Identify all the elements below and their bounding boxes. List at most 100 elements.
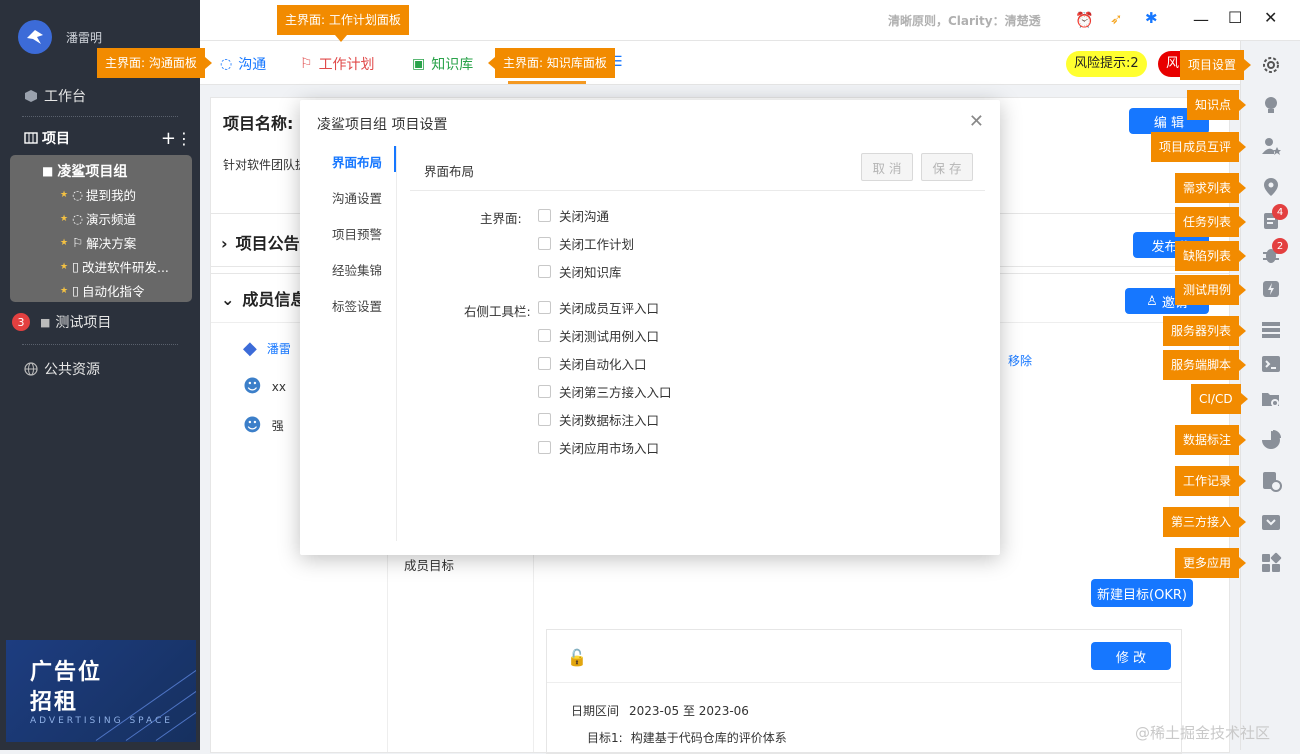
divider (547, 682, 1181, 683)
option-close-third-party[interactable]: 关闭第三方接入入口 (538, 382, 672, 401)
modal-nav-layout[interactable]: 界面布局 (332, 152, 382, 171)
tab-chat[interactable]: ◌ 沟通 (220, 54, 266, 74)
add-project-icon[interactable]: + (161, 128, 176, 149)
minimize-icon[interactable]: — (1193, 10, 1209, 29)
tab-kb[interactable]: ▣ 知识库 (412, 54, 473, 74)
checkbox[interactable] (538, 329, 551, 342)
folder-gear-icon[interactable] (1258, 386, 1284, 412)
avatar: ☻ (243, 415, 262, 436)
members-header[interactable]: ⌄ 成员信息 (221, 286, 306, 310)
divider (22, 344, 178, 345)
member-row[interactable]: ◆ 潘雷 (243, 338, 291, 359)
user-profile[interactable]: 潘雷明 (18, 20, 102, 54)
nav-test-project[interactable]: 3 ■ 测试项目 (12, 312, 111, 332)
checkbox[interactable] (538, 301, 551, 314)
option-label: 关闭测试用例入口 (559, 329, 660, 344)
server-icon[interactable] (1258, 317, 1284, 343)
tooltip-knowledge: 知识点 (1187, 90, 1247, 120)
option-close-automation[interactable]: 关闭自动化入口 (538, 354, 647, 373)
test-project-badge: 3 (12, 313, 30, 331)
download-box-icon[interactable] (1258, 509, 1284, 535)
cancel-button[interactable]: 取 消 (861, 153, 913, 181)
flag-icon: ⚐ (300, 56, 313, 72)
option-label: 关闭自动化入口 (559, 357, 647, 372)
project-group-item[interactable]: ■ 凌鲨项目组 (42, 161, 127, 181)
terminal-icon[interactable] (1258, 351, 1284, 377)
work-log-icon[interactable] (1258, 468, 1284, 494)
unlock-icon[interactable]: 🔓 (567, 648, 587, 667)
ad-banner[interactable]: 广告位 招租 ADVERTISING SPACE (6, 640, 196, 742)
pie-chart-icon[interactable] (1258, 427, 1284, 453)
tree-item-automation[interactable]: ★ ▯ 自动化指令 (60, 281, 144, 300)
rocket-icon[interactable]: ➶ (1110, 10, 1123, 28)
apps-icon[interactable] (1258, 550, 1284, 576)
main-ui-label: 主界面: (480, 211, 522, 226)
location-pin-icon[interactable] (1258, 174, 1284, 200)
option-close-peer-review[interactable]: 关闭成员互评入口 (538, 298, 659, 317)
nav-public-label: 公共资源 (44, 362, 100, 378)
checkbox[interactable] (538, 265, 551, 278)
tab-kb-label: 知识库 (431, 57, 474, 73)
option-close-chat[interactable]: 关闭沟通 (538, 206, 609, 225)
modal-nav-experience[interactable]: 经验集锦 (332, 260, 382, 279)
modal-nav-alert[interactable]: 项目预警 (332, 224, 382, 243)
projects-header[interactable]: 项目 + ⋮ (24, 128, 194, 149)
ad-title-1: 广告位 (30, 660, 103, 685)
nav-workbench-label: 工作台 (44, 89, 86, 105)
checkbox[interactable] (538, 385, 551, 398)
tooltip-data-annotation: 数据标注 (1175, 425, 1247, 455)
tree-item-label: 改进软件研发... (81, 260, 169, 275)
checkbox[interactable] (538, 237, 551, 250)
option-close-kb[interactable]: 关闭知识库 (538, 262, 622, 281)
tree-item-demo-channel[interactable]: ★ ◌ 演示频道 (60, 209, 136, 228)
member-row[interactable]: ☻ 强 (243, 415, 284, 436)
checkbox[interactable] (538, 413, 551, 426)
alarm-icon[interactable]: ⏰ (1075, 11, 1094, 29)
members-title: 成员信息 (242, 290, 307, 309)
bug-icon[interactable]: ✱ (1145, 9, 1158, 27)
announcement-header[interactable]: › 项目公告 (221, 230, 300, 254)
modal-nav-chat[interactable]: 沟通设置 (332, 188, 382, 207)
tree-item-improve[interactable]: ★ ▯ 改进软件研发... (60, 257, 169, 276)
checkbox[interactable] (538, 441, 551, 454)
avatar[interactable] (18, 20, 52, 54)
goal-label: 目标1: (587, 731, 623, 745)
member-row[interactable]: ☻ xx (243, 376, 286, 397)
risk-badge-2[interactable]: 风 (1158, 51, 1182, 77)
test-case-icon[interactable] (1258, 276, 1284, 302)
nav-workbench[interactable]: 工作台 (24, 86, 86, 106)
new-okr-button[interactable]: 新建目标(OKR) (1091, 579, 1193, 607)
chat-icon: ◌ (72, 211, 83, 226)
lightbulb-icon[interactable] (1258, 92, 1284, 118)
option-close-app-market[interactable]: 关闭应用市场入口 (538, 438, 659, 457)
more-icon[interactable]: ⋮ (176, 129, 192, 148)
ad-decoration (155, 659, 196, 741)
nav-public-resources[interactable]: 公共资源 (24, 359, 100, 379)
remove-link[interactable]: 移除 (1008, 352, 1032, 369)
tooltip-test-cases: 测试用例 (1175, 275, 1247, 305)
project-desc: 针对软件团队提 (223, 158, 308, 172)
gear-icon[interactable] (1258, 52, 1284, 78)
tab-plan-label: 工作计划 (318, 57, 375, 73)
option-close-data-annotation[interactable]: 关闭数据标注入口 (538, 410, 659, 429)
tree-item-solution[interactable]: ★ ⚐ 解决方案 (60, 233, 136, 252)
project-group-label: 凌鲨项目组 (57, 164, 128, 180)
modal-title: 凌鲨项目组 项目设置 (317, 117, 448, 133)
option-close-plan[interactable]: 关闭工作计划 (538, 234, 634, 253)
ad-decoration (125, 659, 196, 741)
modify-button[interactable]: 修 改 (1091, 642, 1171, 670)
modal-nav-tags[interactable]: 标签设置 (332, 296, 382, 315)
risk-badge[interactable]: 风险提示:2 (1066, 51, 1147, 77)
close-icon[interactable]: ✕ (969, 111, 984, 132)
checkbox[interactable] (538, 209, 551, 222)
maximize-icon[interactable]: ☐ (1228, 8, 1242, 27)
option-close-test-case[interactable]: 关闭测试用例入口 (538, 326, 659, 345)
user-star-icon[interactable] (1258, 133, 1284, 159)
divider (410, 190, 985, 191)
tab-plan[interactable]: ⚐ 工作计划 (300, 54, 375, 74)
project-settings-modal: 凌鲨项目组 项目设置 ✕ 界面布局 沟通设置 项目预警 经验集锦 标签设置 界面… (300, 100, 1000, 555)
tree-item-mentions[interactable]: ★ ◌ 提到我的 (60, 185, 136, 204)
checkbox[interactable] (538, 357, 551, 370)
save-button[interactable]: 保 存 (921, 153, 973, 181)
close-icon[interactable]: ✕ (1264, 8, 1277, 27)
